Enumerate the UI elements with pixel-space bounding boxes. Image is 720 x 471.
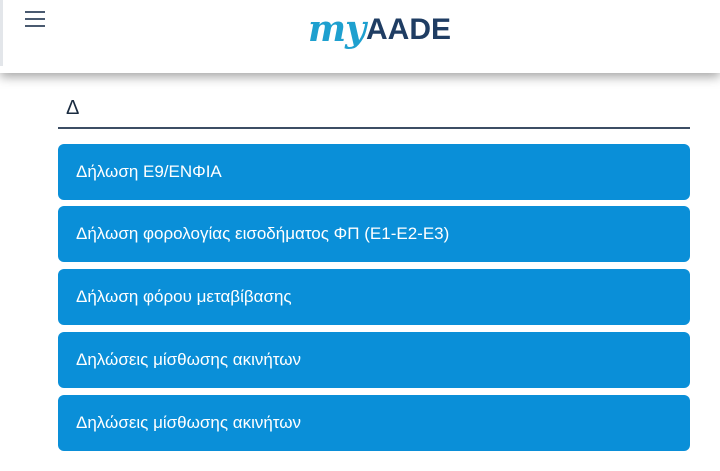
section-heading-letter: Δ: [66, 97, 80, 119]
list-item-label: Δήλωση φορολογίας εισοδήματος ΦΠ (Ε1-Ε2-…: [76, 224, 450, 243]
list-item-property-lease-declarations-2[interactable]: Δηλώσεις μίσθωσης ακινήτων: [58, 395, 690, 451]
top-header-bar: my AADE: [0, 0, 720, 73]
list-item-label: Δήλωση φόρου μεταβίβασης: [76, 287, 292, 306]
logo-aade-text: AADE: [366, 13, 452, 46]
list-item-label: Δηλώσεις μίσθωσης ακινήτων: [76, 413, 302, 432]
list-item-label: Δηλώσεις μίσθωσης ακινήτων: [76, 350, 302, 369]
list-item-property-lease-declarations[interactable]: Δηλώσεις μίσθωσης ακινήτων: [58, 332, 690, 388]
list-item-income-tax-declaration[interactable]: Δήλωση φορολογίας εισοδήματος ΦΠ (Ε1-Ε2-…: [58, 206, 690, 262]
list-item-transfer-tax-declaration[interactable]: Δήλωση φόρου μεταβίβασης: [58, 269, 690, 325]
list-item-e9-enfia[interactable]: Δήλωση Ε9/ΕΝΦΙΑ: [58, 144, 690, 200]
list-item-label: Δήλωση Ε9/ΕΝΦΙΑ: [76, 162, 222, 181]
section-divider: [58, 127, 690, 129]
myaade-logo[interactable]: my AADE: [308, 4, 451, 64]
side-edge: [0, 0, 3, 66]
hamburger-menu-icon[interactable]: [23, 10, 47, 30]
logo-my-text: my: [308, 8, 366, 50]
